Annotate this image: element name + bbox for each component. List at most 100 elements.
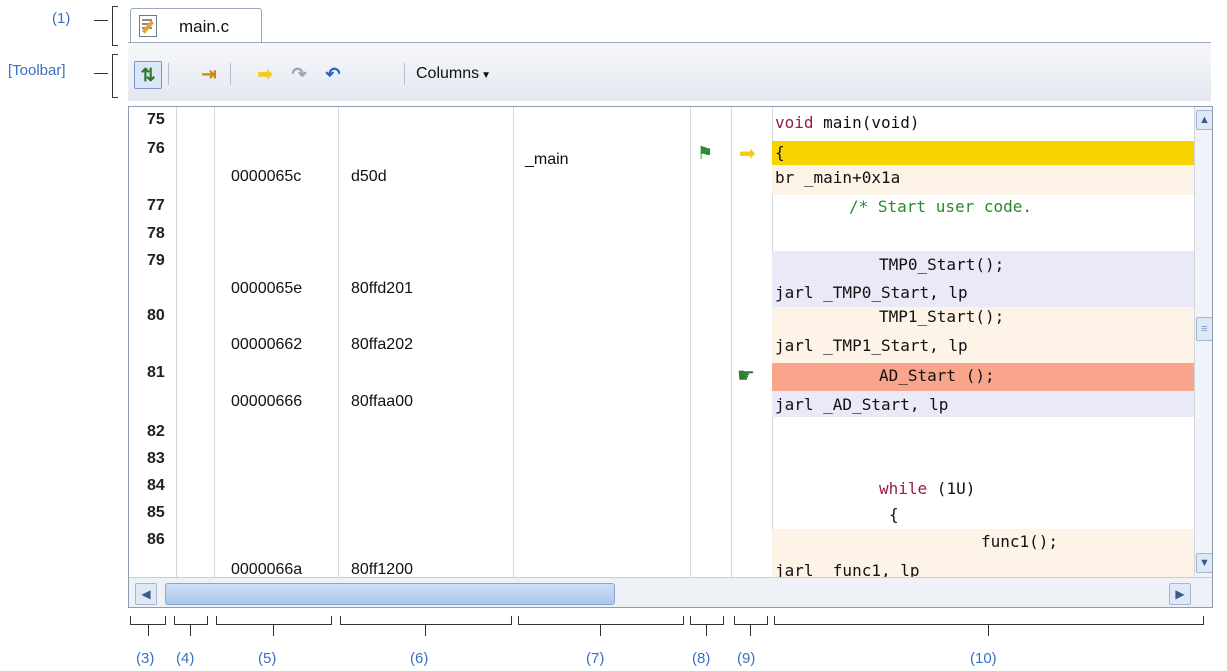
chevron-down-icon: ▼ <box>481 70 492 81</box>
source-line: { <box>889 505 899 524</box>
line-number: 76 <box>147 140 165 157</box>
vertical-scrollbar[interactable]: ▲ ≡ ▼ <box>1194 107 1212 577</box>
line-number: 81 <box>147 364 165 381</box>
column-6-leader <box>425 624 426 636</box>
return-icon: ↶ <box>325 63 341 84</box>
source-line: func1(); <box>981 532 1059 551</box>
column-5-leader <box>273 624 274 636</box>
line-number: 80 <box>147 307 165 324</box>
step-over-button[interactable]: ↷ <box>286 61 312 87</box>
column-divider <box>731 107 732 577</box>
horizontal-scroll-thumb[interactable] <box>165 583 615 605</box>
pc-line-highlight <box>772 141 1197 165</box>
source-line: TMP0_Start(); <box>879 255 1005 274</box>
scroll-left-button[interactable]: ◀ <box>135 583 157 605</box>
tab-label: main.c <box>179 17 230 36</box>
step-over-icon: ↷ <box>291 63 307 84</box>
horizontal-scrollbar[interactable]: ◀ ▶ <box>129 577 1212 607</box>
column-10-bracket <box>774 616 1204 625</box>
disassembly-line: jarl _TMP1_Start, lp <box>775 336 968 355</box>
column-5-bracket <box>216 616 332 625</box>
chevron-down-icon: ▼ <box>1199 557 1210 569</box>
column-divider <box>338 107 339 577</box>
callout-toolbar-bracket <box>112 54 118 98</box>
column-9-bracket <box>734 616 768 625</box>
columns-label: Columns <box>416 65 480 82</box>
callout-3: (3) <box>136 650 155 667</box>
current-pc-button[interactable]: ➡ <box>252 61 278 87</box>
column-7-leader <box>600 624 601 636</box>
column-9-leader <box>750 624 751 636</box>
callout-toolbar-leader <box>94 73 108 74</box>
tab-main-c[interactable]: main.c <box>130 8 262 43</box>
grip-icon: ≡ <box>1201 323 1208 335</box>
go-to-function-icon: ⇥ <box>201 63 217 84</box>
scroll-right-button[interactable]: ▶ <box>1169 583 1191 605</box>
edit-document-icon <box>139 15 157 37</box>
current-pc-arrow-icon: ➡ <box>257 63 273 84</box>
scroll-down-button[interactable]: ▼ <box>1196 553 1212 573</box>
column-7-bracket <box>518 616 684 625</box>
label-symbol: _main <box>525 151 569 168</box>
toolbar-separator <box>168 63 169 85</box>
instruction-code: 80ffd201 <box>351 280 413 297</box>
instruction-code: 80ffa202 <box>351 336 413 353</box>
line-number: 75 <box>147 111 165 128</box>
instruction-code: d50d <box>351 168 387 185</box>
line-number: 79 <box>147 252 165 269</box>
column-6-bracket <box>340 616 512 625</box>
toolbar: ⇅ ⇥ ➡ ↷ ↶ Columns ▼ <box>128 43 1211 101</box>
callout-4: (4) <box>176 650 195 667</box>
show-mixed-display-button[interactable]: ⇅ <box>134 61 162 89</box>
toolbar-separator <box>230 63 231 85</box>
column-8-leader <box>706 624 707 636</box>
address: 00000662 <box>231 336 303 353</box>
toolbar-separator <box>404 63 405 85</box>
callout-10: (10) <box>970 650 997 667</box>
current-pc-arrow-icon: ➡ <box>739 143 756 165</box>
go-to-function-button[interactable]: ⇥ <box>196 61 222 87</box>
line-number: 82 <box>147 423 165 440</box>
disassembly-line: jarl _TMP0_Start, lp <box>775 283 968 302</box>
scroll-thumb[interactable]: ≡ <box>1196 317 1212 341</box>
callout-1: (1) <box>52 10 71 27</box>
instruction-code: 80ffaa00 <box>351 393 413 410</box>
scroll-up-button[interactable]: ▲ <box>1196 110 1212 130</box>
line-number: 84 <box>147 477 165 494</box>
chevron-right-icon: ▶ <box>1175 587 1185 601</box>
column-divider <box>513 107 514 577</box>
source-editor[interactable]: 75 76 77 78 79 80 81 82 83 84 85 86 0000… <box>128 106 1213 608</box>
callout-8: (8) <box>692 650 711 667</box>
show-mixed-display-icon: ⇅ <box>140 64 156 85</box>
source-line: TMP1_Start(); <box>879 307 1005 326</box>
address: 0000065e <box>231 280 303 297</box>
source-line: void main(void) <box>775 113 920 132</box>
disassembly-line: jarl _AD_Start, lp <box>775 395 949 414</box>
callout-1-leader <box>94 20 108 21</box>
callout-5: (5) <box>258 650 277 667</box>
source-line: AD_Start (); <box>879 366 995 385</box>
breakpoint-hand-icon[interactable]: ☛ <box>737 363 755 388</box>
source-line: while (1U) <box>879 479 976 498</box>
callout-7: (7) <box>586 650 605 667</box>
source-comment: /* Start user code. <box>849 197 1033 216</box>
column-divider <box>214 107 215 577</box>
event-mark-icon[interactable]: ⚑ <box>697 143 713 164</box>
chevron-up-icon: ▲ <box>1199 114 1210 126</box>
callout-1-bracket <box>112 6 118 46</box>
columns-dropdown[interactable]: Columns ▼ <box>416 65 491 83</box>
address: 00000666 <box>231 393 303 410</box>
callout-toolbar: [Toolbar] <box>8 62 66 79</box>
line-number: 86 <box>147 531 165 548</box>
column-10-leader <box>988 624 989 636</box>
source-line: { <box>775 143 785 162</box>
line-number: 77 <box>147 197 165 214</box>
return-button[interactable]: ↶ <box>320 61 346 87</box>
column-8-bracket <box>690 616 724 625</box>
callout-6: (6) <box>410 650 429 667</box>
line-number: 85 <box>147 504 165 521</box>
column-4-bracket <box>174 616 208 625</box>
column-3-leader <box>148 624 149 636</box>
disassembly-line: br _main+0x1a <box>775 168 901 187</box>
address: 0000065c <box>231 168 302 185</box>
